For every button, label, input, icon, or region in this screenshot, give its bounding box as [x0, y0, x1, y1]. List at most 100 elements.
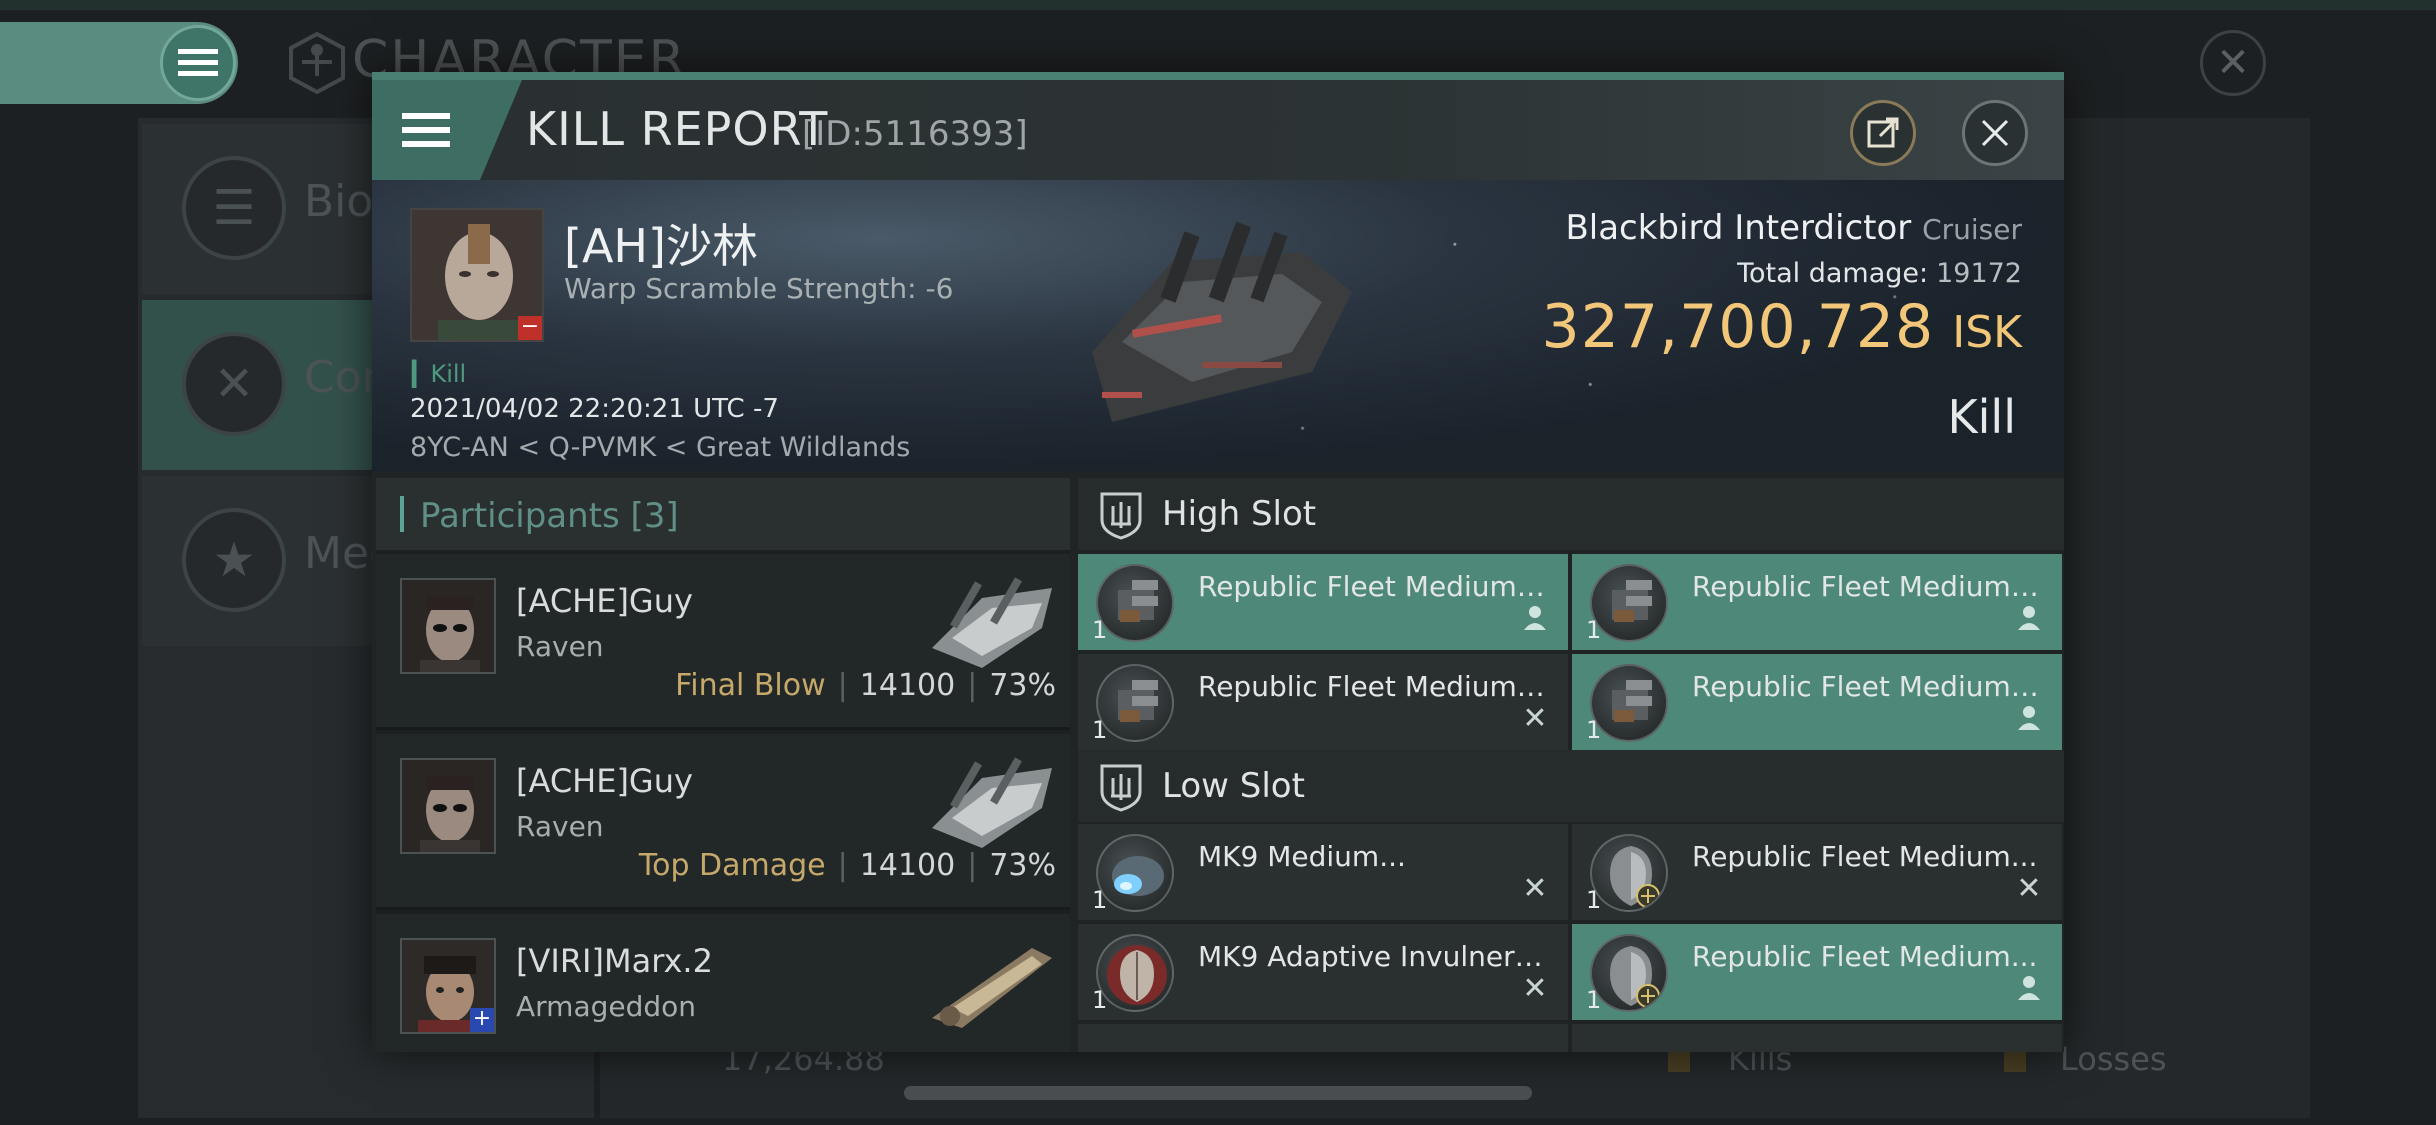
destroyed-x-icon: ✕ — [1522, 971, 1548, 1006]
background-close-icon[interactable]: ✕ — [2200, 30, 2266, 96]
participant-damage: 14100 — [859, 848, 956, 883]
module-quantity: 1 — [1586, 716, 1602, 744]
sidebar-item-label: Bio — [304, 176, 374, 227]
star-badge-icon: ★ — [182, 508, 286, 612]
kill-report-modal: KILL REPORT [ID:5116393] − [AH]沙林 Warp S… — [372, 72, 2064, 1052]
module-name: Republic Fleet Medium Rapi... — [1692, 570, 2042, 603]
person-icon — [2012, 972, 2046, 1006]
victim-name[interactable]: [AH]沙林 — [564, 210, 758, 276]
high-slot-header: High Slot — [1078, 478, 2064, 550]
warp-scramble-strength: Warp Scramble Strength: -6 — [564, 272, 954, 305]
portrait-image — [402, 760, 494, 852]
participant-row[interactable]: + [VIRI]Marx.2 Armageddon — [376, 914, 1070, 1052]
module-quantity: 1 — [1092, 716, 1108, 744]
participant-percent: 73% — [989, 668, 1056, 703]
module-slot[interactable] — [1572, 1024, 2062, 1052]
module-quantity: 1 — [1586, 886, 1602, 914]
module-slot[interactable]: 1 Republic Fleet Medium... — [1572, 924, 2062, 1020]
share-button[interactable] — [1850, 100, 1916, 166]
modal-header: KILL REPORT [ID:5116393] — [372, 80, 2064, 180]
participant-tag: Final Blow — [675, 668, 826, 703]
high-slot-label: High Slot — [1162, 494, 1317, 534]
participant-avatar[interactable] — [400, 758, 496, 854]
module-name: MK9 Medium... — [1198, 840, 1406, 873]
participant-ship-image — [932, 577, 1052, 668]
participant-tag: Top Damage — [638, 848, 826, 883]
crossed-swords-icon: ✕ — [182, 332, 286, 436]
stats-divider: | — [837, 848, 848, 883]
module-slot[interactable]: 1 Republic Fleet Medium Rapi... — [1572, 554, 2062, 650]
participant-row[interactable]: [ACHE]Guy Raven Top Damage | 14100 | 73% — [376, 734, 1070, 910]
friendly-badge-icon: + — [470, 1008, 494, 1032]
module-name: MK9 Adaptive Invulnerabilit... — [1198, 940, 1548, 973]
stats-divider: | — [967, 848, 978, 883]
module-slot[interactable]: 1 MK9 Medium... ✕ — [1078, 824, 1568, 920]
participant-ship: Armageddon — [516, 990, 697, 1023]
module-name: Republic Fleet Medium Rapi... — [1692, 670, 2042, 703]
kill-status-label: Kill — [430, 360, 467, 388]
participant-name: [VIRI]Marx.2 — [516, 942, 713, 980]
kill-location[interactable]: 8YC-AN < Q-PVMK < Great Wildlands — [410, 432, 910, 463]
module-slot[interactable]: 1 Republic Fleet Medium Rapi... ✕ — [1078, 654, 1568, 750]
module-slot[interactable]: 1 Republic Fleet Medium Rapi... — [1572, 654, 2062, 750]
person-icon — [2012, 702, 2046, 736]
low-slot-label: Low Slot — [1162, 766, 1305, 806]
shield-module-icon — [1096, 934, 1174, 1012]
background-menu-button[interactable] — [160, 25, 236, 101]
module-name: Republic Fleet Medium... — [1692, 940, 2038, 973]
participant-stats: Top Damage | 14100 | 73% — [639, 848, 1056, 883]
ship-name-label: Blackbird Interdictor — [1565, 208, 1912, 248]
kill-timestamp: 2021/04/02 22:20:21 UTC -7 — [410, 394, 779, 424]
person-icon — [1518, 602, 1552, 636]
share-icon — [1867, 117, 1899, 148]
home-indicator[interactable] — [904, 1086, 1532, 1100]
module-name: Republic Fleet Medium Rapi... — [1198, 570, 1548, 603]
module-slot[interactable]: 1 Republic Fleet Medium Rapi... — [1078, 554, 1568, 650]
module-slot[interactable]: 1 MK9 Adaptive Invulnerabilit... ✕ — [1078, 924, 1568, 1020]
hostile-badge-icon: − — [518, 316, 542, 340]
person-icon — [2012, 602, 2046, 636]
header-accent-bar — [400, 496, 404, 532]
participants-label: Participants — [420, 496, 620, 536]
victim-avatar[interactable]: − — [410, 208, 544, 342]
total-damage-value: 19172 — [1936, 258, 2022, 289]
destroyed-x-icon: ✕ — [2016, 871, 2042, 906]
participant-ship-image — [932, 757, 1052, 848]
participant-ship: Raven — [516, 630, 604, 663]
participant-avatar[interactable]: + — [400, 938, 496, 1034]
high-slot-icon — [1100, 492, 1142, 540]
modal-menu-button[interactable] — [372, 80, 522, 180]
participant-avatar[interactable] — [400, 578, 496, 674]
kill-result: Kill — [1947, 390, 2016, 444]
turret-module-icon — [1096, 564, 1174, 642]
participants-title: Participants [3] — [420, 496, 679, 536]
armor-module-icon — [1590, 934, 1668, 1012]
module-quantity: 1 — [1586, 616, 1602, 644]
turret-module-icon — [1096, 664, 1174, 742]
close-button[interactable] — [1962, 100, 2028, 166]
module-quantity: 1 — [1092, 986, 1108, 1014]
portrait-image — [402, 580, 494, 672]
participant-row[interactable]: [ACHE]Guy Raven Final Blow | 14100 | 73% — [376, 554, 1070, 730]
list-icon: ☰ — [182, 156, 286, 260]
participant-percent: 73% — [989, 848, 1056, 883]
fitting-panel: High Slot 1 Republic Fleet Medium Rapi..… — [1078, 478, 2064, 1052]
isk-value-row: 327,700,728 ISK — [1542, 292, 2022, 362]
participants-header: Participants [3] — [376, 478, 1070, 550]
participant-name: [ACHE]Guy — [516, 582, 693, 620]
isk-value: 327,700,728 — [1541, 292, 1935, 362]
hamburger-icon — [178, 49, 218, 76]
report-id: [ID:5116393] — [802, 114, 1028, 154]
stats-divider: | — [837, 668, 848, 703]
background-losses-label: Losses — [2060, 1040, 2167, 1078]
module-slot[interactable] — [1078, 1024, 1568, 1052]
armor-module-icon — [1590, 834, 1668, 912]
module-name: Republic Fleet Medium... — [1692, 840, 2038, 873]
ship-class: Cruiser — [1922, 213, 2022, 246]
module-slot[interactable]: 1 Republic Fleet Medium... ✕ — [1572, 824, 2062, 920]
participant-name: [ACHE]Guy — [516, 762, 693, 800]
ship-name[interactable]: Blackbird Interdictor Cruiser — [1565, 208, 2022, 248]
isk-unit: ISK — [1952, 307, 2022, 358]
app-root: CHARACTER ✕ ☰ Bio ✕ Con ★ Med 17,264.88 … — [0, 0, 2436, 1125]
modal-title: KILL REPORT — [526, 102, 829, 156]
